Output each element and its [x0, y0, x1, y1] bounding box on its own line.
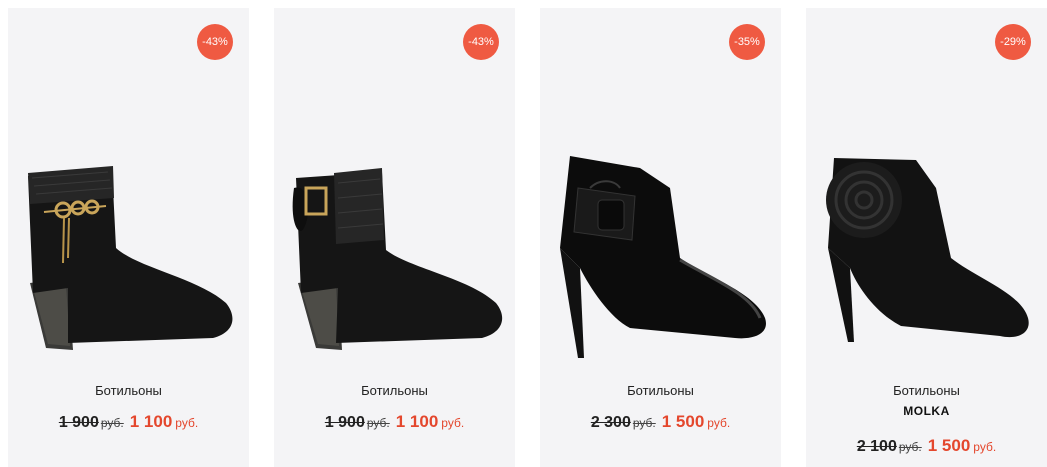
- old-price: 2 300: [590, 414, 631, 431]
- old-price: 1 900: [324, 414, 365, 431]
- product-name[interactable]: Ботильоны: [274, 383, 515, 398]
- product-card-1[interactable]: -43% Ботильоны 1 900 руб. 1 100 руб.: [8, 8, 249, 467]
- sale-price-currency: руб.: [973, 440, 997, 454]
- price-row: 2 100 руб. 1 500 руб.: [806, 436, 1047, 456]
- product-brand[interactable]: MOLKA: [806, 404, 1047, 418]
- sale-price: 1 100: [395, 412, 439, 431]
- sale-price: 1 500: [661, 412, 705, 431]
- product-card-3[interactable]: -35% Ботильоны 2 300 руб. 1 500 руб.: [540, 8, 781, 467]
- price-row: 1 900 руб. 1 100 руб.: [8, 412, 249, 432]
- product-name[interactable]: Ботильоны: [806, 383, 1047, 398]
- product-image[interactable]: [274, 128, 515, 368]
- product-name[interactable]: Ботильоны: [540, 383, 781, 398]
- sale-price-currency: руб.: [175, 416, 199, 430]
- discount-badge: -43%: [197, 24, 233, 60]
- product-card-2[interactable]: -43% Ботильоны 1 900 руб. 1 100 руб.: [274, 8, 515, 467]
- discount-badge: -35%: [729, 24, 765, 60]
- discount-badge: -29%: [995, 24, 1031, 60]
- old-price-currency: руб.: [366, 416, 390, 430]
- old-price: 1 900: [58, 414, 99, 431]
- sale-price: 1 500: [927, 436, 971, 455]
- price-row: 1 900 руб. 1 100 руб.: [274, 412, 515, 432]
- price-row: 2 300 руб. 1 500 руб.: [540, 412, 781, 432]
- sale-price: 1 100: [129, 412, 173, 431]
- old-price-currency: руб.: [632, 416, 656, 430]
- product-name[interactable]: Ботильоны: [8, 383, 249, 398]
- product-image[interactable]: [8, 128, 249, 368]
- sale-price-currency: руб.: [707, 416, 731, 430]
- old-price-currency: руб.: [100, 416, 124, 430]
- old-price-currency: руб.: [898, 440, 922, 454]
- discount-badge: -43%: [463, 24, 499, 60]
- product-card-4[interactable]: -29% Ботильоны MOLKA 2 100 руб. 1 500 руб.: [806, 8, 1047, 467]
- product-image[interactable]: [540, 128, 781, 368]
- product-image[interactable]: [806, 128, 1047, 368]
- sale-price-currency: руб.: [441, 416, 465, 430]
- old-price: 2 100: [856, 438, 897, 455]
